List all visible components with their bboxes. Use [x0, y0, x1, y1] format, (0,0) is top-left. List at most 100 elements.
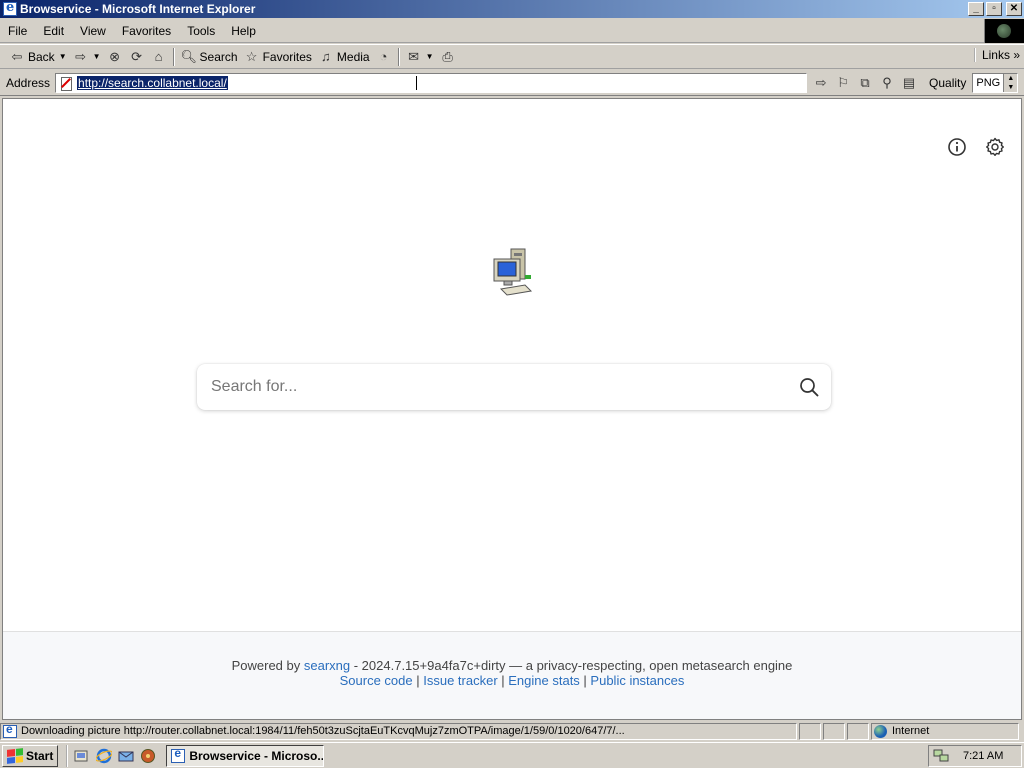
- search-input[interactable]: [211, 378, 771, 396]
- minimize-button[interactable]: _: [968, 2, 984, 16]
- show-desktop-icon[interactable]: [74, 748, 90, 764]
- favorites-label: Favorites: [262, 49, 312, 64]
- quality-value: PNG: [976, 76, 1001, 89]
- back-button[interactable]: ⇦ Back ▼: [6, 46, 70, 68]
- system-tray: 7:21 AM: [928, 745, 1022, 767]
- powered-by-text: Powered by: [231, 658, 301, 673]
- network-icon[interactable]: [933, 749, 949, 763]
- searxng-link[interactable]: searxng: [304, 658, 350, 673]
- page-status-icon: [3, 724, 17, 738]
- address-bar: Address http://search.collabnet.local/ ⇨…: [0, 70, 1024, 96]
- favorites-button[interactable]: ☆ Favorites: [241, 46, 315, 68]
- back-dropdown-icon[interactable]: ▼: [59, 52, 67, 61]
- toolbar-separator: [397, 47, 400, 66]
- menu-help[interactable]: Help: [223, 24, 264, 38]
- ie-icon: [3, 0, 17, 16]
- print-button[interactable]: ⎙: [437, 46, 459, 68]
- address-label: Address: [6, 75, 51, 90]
- task-label: Browservice - Microso...: [189, 748, 325, 763]
- menu-edit[interactable]: Edit: [35, 24, 72, 38]
- security-zone-pane: Internet: [871, 722, 1019, 740]
- go-arrow-icon[interactable]: ⇨: [813, 75, 829, 91]
- standard-toolbar: ⇦ Back ▼ ⇨ ▼ ⊗ ⟳ ⌂ 🔍︎ Search ☆ Favorites…: [0, 44, 1024, 69]
- quality-label: Quality: [929, 75, 967, 90]
- menu-bar: File Edit View Favorites Tools Help: [0, 19, 1024, 43]
- address-url[interactable]: http://search.collabnet.local/: [77, 75, 228, 90]
- media-label: Media: [336, 49, 370, 64]
- forward-dropdown-icon[interactable]: ▼: [93, 52, 101, 61]
- status-pane: [799, 722, 821, 740]
- back-arrow-icon: ⇦: [11, 48, 23, 64]
- find-icon[interactable]: ⚲: [879, 75, 895, 91]
- refresh-button[interactable]: ⟳: [126, 46, 148, 68]
- clipboard-icon[interactable]: ▤: [901, 75, 917, 91]
- page-blocked-icon: [59, 76, 73, 91]
- status-text-pane: Downloading picture http://router.collab…: [0, 722, 797, 740]
- source-code-link[interactable]: Source code: [340, 673, 413, 688]
- mail-button[interactable]: ✉ ▼: [403, 46, 437, 68]
- internet-explorer-icon[interactable]: [96, 748, 113, 764]
- media-button[interactable]: ♫ Media: [315, 46, 373, 68]
- quick-launch: [66, 744, 156, 767]
- info-icon[interactable]: [947, 137, 967, 157]
- bookmark-icon[interactable]: ⚐: [835, 75, 851, 91]
- favorites-icon: ☆: [245, 48, 258, 64]
- stop-icon: ⊗: [109, 48, 120, 64]
- start-button[interactable]: Start: [2, 744, 59, 767]
- start-label: Start: [26, 748, 54, 763]
- refresh-icon: ⟳: [131, 48, 142, 64]
- print-icon: ⎙: [442, 48, 453, 64]
- copy-icon[interactable]: ⧉: [857, 75, 873, 91]
- footer-links: Source code | Issue tracker | Engine sta…: [3, 673, 1021, 688]
- menu-tools[interactable]: Tools: [179, 24, 223, 38]
- internet-globe-icon: [874, 724, 887, 738]
- stop-button[interactable]: ⊗: [104, 46, 126, 68]
- menu-favorites[interactable]: Favorites: [114, 24, 179, 38]
- forward-button[interactable]: ⇨ ▼: [70, 46, 104, 68]
- footer-separator: |: [497, 673, 509, 688]
- zone-label: Internet: [892, 725, 930, 737]
- quality-spinner[interactable]: ▲ ▼: [1003, 73, 1018, 92]
- text-cursor-icon: [416, 75, 418, 90]
- page-viewport: Powered by searxng - 2024.7.15+9a4fa7c+d…: [2, 98, 1022, 720]
- media-player-icon[interactable]: [140, 748, 156, 764]
- maximize-button[interactable]: ▫: [986, 2, 1002, 16]
- page-footer: Powered by searxng - 2024.7.15+9a4fa7c+d…: [3, 631, 1021, 719]
- close-button[interactable]: ✕: [1006, 2, 1022, 16]
- links-label: Links: [981, 48, 1010, 62]
- footer-powered-line: Powered by searxng - 2024.7.15+9a4fa7c+d…: [3, 658, 1021, 673]
- history-button[interactable]: ◔: [373, 46, 395, 68]
- history-icon: ◔: [379, 48, 388, 64]
- engine-stats-link[interactable]: Engine stats: [508, 673, 580, 688]
- search-button[interactable]: 🔍︎ Search: [178, 46, 241, 68]
- taskbar-item-browservice[interactable]: Browservice - Microso...: [166, 744, 325, 767]
- clock[interactable]: 7:21 AM: [963, 750, 1003, 762]
- public-instances-link[interactable]: Public instances: [590, 673, 684, 688]
- address-input[interactable]: http://search.collabnet.local/: [55, 72, 808, 93]
- home-button[interactable]: ⌂: [148, 46, 170, 68]
- quality-select[interactable]: PNG ▲ ▼: [972, 72, 1019, 93]
- title-bar[interactable]: Browservice - Microsoft Internet Explore…: [0, 0, 1024, 18]
- search-submit-icon[interactable]: [799, 377, 819, 397]
- version-text: - 2024.7.15+9a4fa7c+dirty — a privacy-re…: [350, 658, 793, 673]
- toolbar-separator: [172, 47, 175, 66]
- status-bar: Downloading picture http://router.collab…: [0, 722, 1024, 740]
- windows-throbber-icon: [984, 19, 1024, 43]
- mail-dropdown-icon[interactable]: ▼: [426, 52, 434, 61]
- footer-separator: |: [579, 673, 591, 688]
- menu-view[interactable]: View: [72, 24, 114, 38]
- links-toolbar[interactable]: Links »: [973, 48, 1020, 62]
- taskbar: Start Browservice - Microso... 7:21 AM: [0, 742, 1024, 768]
- ie-icon: [171, 746, 186, 763]
- outlook-express-icon[interactable]: [118, 748, 134, 764]
- menu-file[interactable]: File: [0, 24, 35, 38]
- computer-logo-icon: [493, 248, 533, 296]
- home-icon: ⌂: [154, 48, 163, 64]
- search-box: [197, 364, 831, 410]
- window-title: Browservice - Microsoft Internet Explore…: [20, 2, 256, 16]
- forward-arrow-icon: ⇨: [75, 48, 87, 64]
- settings-gear-icon[interactable]: [985, 137, 1005, 157]
- footer-separator: |: [412, 673, 424, 688]
- status-pane: [847, 722, 869, 740]
- issue-tracker-link[interactable]: Issue tracker: [423, 673, 497, 688]
